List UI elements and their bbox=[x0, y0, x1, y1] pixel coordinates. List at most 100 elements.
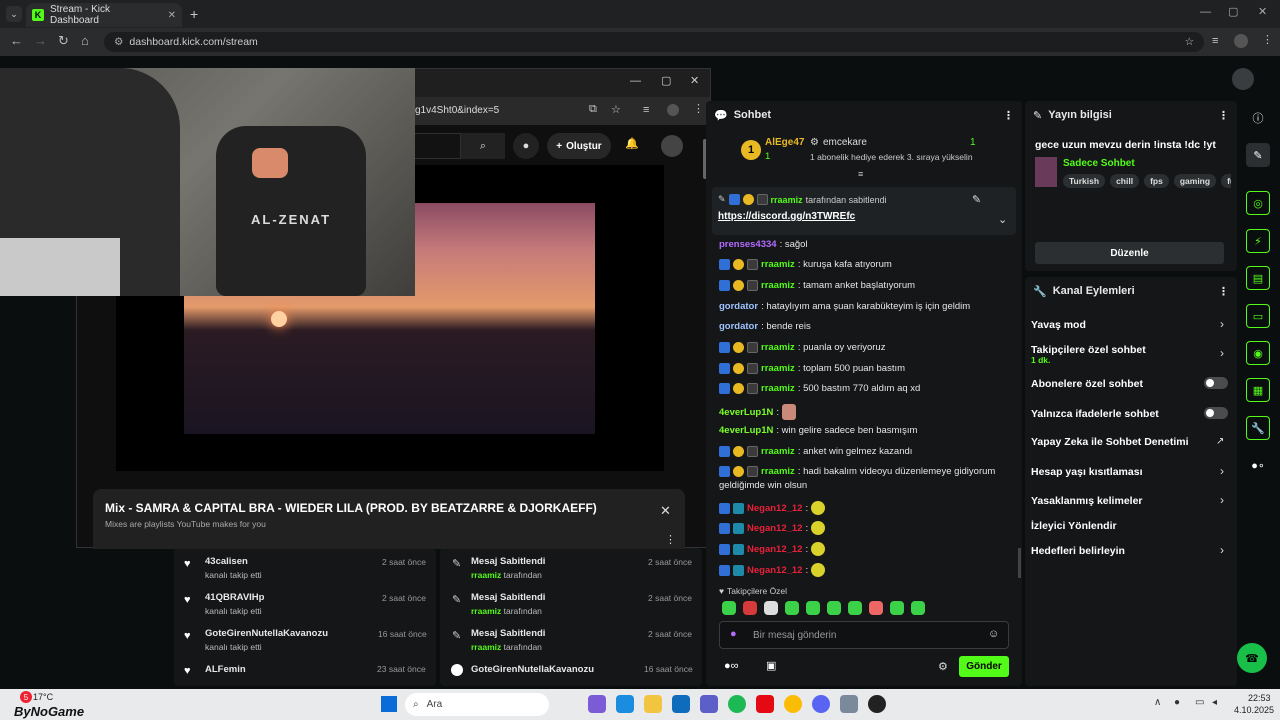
chat-username[interactable]: rraamiz bbox=[761, 342, 795, 353]
popup-minimize-icon[interactable]: — bbox=[630, 75, 641, 87]
chat-username[interactable]: Negan12_12 bbox=[747, 503, 802, 514]
emote-only-toggle[interactable] bbox=[1204, 407, 1228, 419]
spotify-icon[interactable] bbox=[728, 695, 746, 713]
edit-button[interactable]: Düzenle bbox=[1035, 242, 1224, 264]
popup-profile-icon[interactable] bbox=[667, 104, 679, 116]
send-button[interactable]: Gönder bbox=[959, 656, 1009, 677]
leader2[interactable]: ⚙ emcekare bbox=[810, 137, 867, 148]
emote-icon[interactable] bbox=[911, 601, 925, 615]
yt-search-icon[interactable]: ⌕ bbox=[461, 133, 505, 159]
reload-icon[interactable]: ↻ bbox=[58, 33, 69, 49]
back-icon[interactable]: ← bbox=[10, 33, 23, 48]
channel-actions-menu-icon[interactable]: ⋮ bbox=[1218, 285, 1229, 298]
browser-tab[interactable]: K Stream - Kick Dashboard ✕ bbox=[26, 3, 182, 27]
tab-list-icon[interactable]: ⌄ bbox=[6, 6, 22, 22]
volume-tray-icon[interactable]: ◂ bbox=[1212, 697, 1217, 708]
maximize-icon[interactable]: ▢ bbox=[1228, 5, 1238, 18]
points-icon[interactable]: ●∘ bbox=[1246, 453, 1270, 477]
chat-username[interactable]: 4everLup1N bbox=[719, 407, 773, 418]
popup-url[interactable]: g1v4Sht0&index=5 bbox=[415, 105, 499, 116]
emote-icon[interactable] bbox=[764, 601, 778, 615]
chevron-right-icon[interactable]: › bbox=[1220, 493, 1224, 507]
document-icon[interactable]: ▤ bbox=[1246, 266, 1270, 290]
chat-username[interactable]: rraamiz bbox=[761, 446, 795, 457]
obs-icon[interactable] bbox=[868, 695, 886, 713]
clock-date[interactable]: 4.10.2025 bbox=[1234, 705, 1274, 715]
chat-username[interactable]: gordator bbox=[719, 321, 758, 332]
goals-label[interactable]: Hedefleri belirleyin bbox=[1031, 545, 1125, 557]
emote-icon[interactable] bbox=[869, 601, 883, 615]
profile-avatar[interactable] bbox=[1234, 34, 1248, 48]
emote-icon[interactable] bbox=[743, 601, 757, 615]
reading-list-icon[interactable]: ≡ bbox=[1212, 35, 1218, 47]
camera-icon[interactable]: ◎ bbox=[1246, 191, 1270, 215]
account-age-label[interactable]: Hesap yaşı kısıtlaması bbox=[1031, 466, 1143, 478]
tag[interactable]: gaming bbox=[1173, 174, 1217, 188]
chevron-right-icon[interactable]: › bbox=[1220, 464, 1224, 478]
emoji-icon[interactable]: ☺ bbox=[988, 628, 999, 640]
file-explorer-icon[interactable] bbox=[644, 695, 662, 713]
category-name[interactable]: Sadece Sohbet bbox=[1063, 158, 1135, 169]
windows-start-icon[interactable] bbox=[381, 696, 397, 712]
popup-star-icon[interactable]: ☆ bbox=[611, 103, 621, 116]
ai-moderation-label[interactable]: Yapay Zeka ile Sohbet Denetimi bbox=[1031, 436, 1189, 448]
channel-points-icon[interactable]: ●∞ bbox=[724, 660, 739, 672]
slow-mode-label[interactable]: Yavaş mod bbox=[1031, 319, 1086, 331]
layout-icon[interactable]: ▦ bbox=[1246, 378, 1270, 402]
emote-icon[interactable] bbox=[806, 601, 820, 615]
chat-scrollbar[interactable] bbox=[1018, 548, 1021, 578]
yt-create-button[interactable]: + Oluştur bbox=[547, 133, 611, 159]
popup-install-icon[interactable]: ⧉ bbox=[589, 103, 597, 116]
chat-username[interactable]: rraamiz bbox=[761, 466, 795, 477]
teams-icon[interactable] bbox=[700, 695, 718, 713]
netflix-icon[interactable] bbox=[756, 695, 774, 713]
mix-close-icon[interactable]: ✕ bbox=[660, 503, 671, 519]
support-icon[interactable]: ☎ bbox=[1237, 643, 1267, 673]
weather-temp[interactable]: 17°C bbox=[33, 692, 53, 702]
home-icon[interactable]: ⌂ bbox=[81, 33, 89, 48]
popup-list-icon[interactable]: ≡ bbox=[643, 104, 649, 116]
discord-icon[interactable] bbox=[812, 695, 830, 713]
leader1-name[interactable]: AlEge47 bbox=[765, 137, 804, 148]
popup-close-icon[interactable]: ✕ bbox=[690, 74, 699, 87]
yt-bell-icon[interactable]: 🔔 bbox=[625, 137, 639, 150]
mix-menu-icon[interactable]: ⋮ bbox=[665, 533, 676, 546]
stream-info-menu-icon[interactable]: ⋮ bbox=[1218, 109, 1229, 122]
chat-username[interactable]: gordator bbox=[719, 301, 758, 312]
store-icon[interactable]: ▣ bbox=[766, 659, 776, 672]
unpin-icon[interactable]: ✎ bbox=[972, 193, 981, 206]
clock-time[interactable]: 22:53 bbox=[1248, 693, 1271, 703]
yt-avatar[interactable] bbox=[661, 135, 683, 157]
minimize-icon[interactable]: — bbox=[1200, 6, 1211, 18]
taskbar-search[interactable]: ⌕ Ara bbox=[405, 693, 549, 716]
close-window-icon[interactable]: ✕ bbox=[1258, 5, 1267, 18]
info-icon[interactable]: ⓘ bbox=[1246, 106, 1270, 130]
outlook-icon[interactable] bbox=[672, 695, 690, 713]
chat-username[interactable]: 4everLup1N bbox=[719, 425, 773, 436]
chat-bubble-icon[interactable]: ▭ bbox=[1246, 304, 1270, 328]
close-tab-icon[interactable]: ✕ bbox=[168, 10, 176, 21]
tray-chevron-icon[interactable]: ∧ bbox=[1154, 697, 1161, 708]
chevron-right-icon[interactable]: › bbox=[1220, 346, 1224, 360]
emote-icon[interactable] bbox=[827, 601, 841, 615]
copilot-icon[interactable] bbox=[588, 695, 606, 713]
raid-label[interactable]: İzleyici Yönlendir bbox=[1031, 520, 1117, 532]
emote-icon[interactable] bbox=[890, 601, 904, 615]
collapse-leaderboard-icon[interactable]: ≡ bbox=[858, 169, 863, 179]
chat-username[interactable]: rraamiz bbox=[761, 383, 795, 394]
chat-username[interactable]: rraamiz bbox=[761, 259, 795, 270]
broadcast-icon[interactable]: ◉ bbox=[1246, 341, 1270, 365]
new-tab-icon[interactable]: + bbox=[190, 6, 198, 22]
chat-username[interactable]: Negan12_12 bbox=[747, 523, 802, 534]
url-bar[interactable]: ⚙ dashboard.kick.com/stream ☆ bbox=[104, 32, 1204, 52]
subscribers-only-toggle[interactable] bbox=[1204, 377, 1228, 389]
mic-icon[interactable]: ● bbox=[730, 628, 737, 640]
chat-username[interactable]: prenses4334 bbox=[719, 239, 777, 250]
popup-menu-icon[interactable]: ⋮ bbox=[693, 102, 704, 115]
popup-maximize-icon[interactable]: ▢ bbox=[661, 74, 671, 87]
pinned-expand-icon[interactable]: ⌄ bbox=[998, 213, 1007, 226]
emote-icon[interactable] bbox=[848, 601, 862, 615]
chevron-right-icon[interactable]: › bbox=[1220, 317, 1224, 331]
tag[interactable]: chill bbox=[1110, 174, 1140, 188]
bookmark-star-icon[interactable]: ☆ bbox=[1185, 36, 1194, 48]
